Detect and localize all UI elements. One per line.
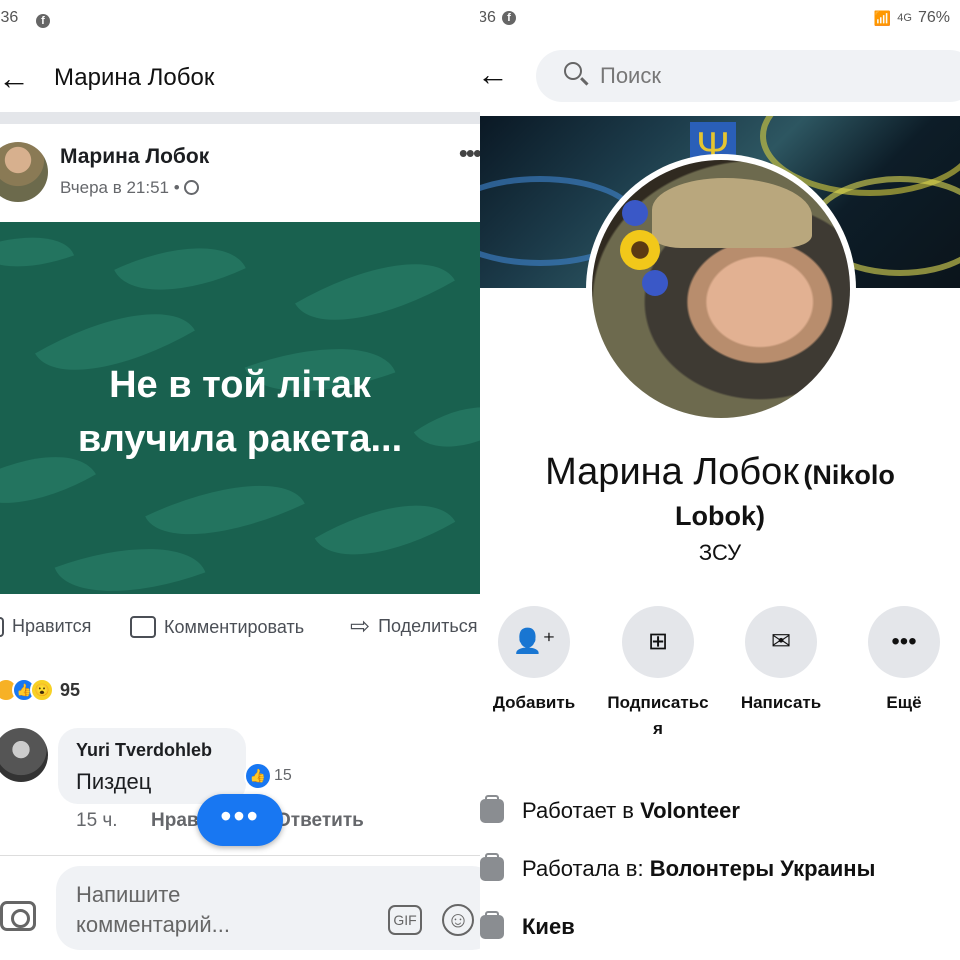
facebook-notification-icon: f xyxy=(501,11,516,25)
comment-bubble: Yuri Tverdohleb Пиздец xyxy=(58,728,246,804)
thumbs-up-icon xyxy=(0,616,4,637)
messenger-icon: ✉ xyxy=(745,606,817,678)
info-location: Киев xyxy=(480,911,575,940)
briefcase-icon xyxy=(480,795,504,823)
facebook-notification-icon: f xyxy=(36,9,50,28)
post-time: Вчера в 21:51 • xyxy=(60,178,200,198)
comment-reply-link[interactable]: Ответить xyxy=(276,810,364,832)
wow-reaction-icon: 😮 xyxy=(30,678,54,702)
like-button[interactable]: Нравится xyxy=(0,616,91,637)
comment-button[interactable]: Комментировать xyxy=(130,616,304,638)
commenter-avatar[interactable] xyxy=(0,728,48,782)
comment-like-badge[interactable]: 👍 15 xyxy=(244,762,298,790)
header-title: Марина Лобок xyxy=(54,64,215,91)
divider xyxy=(0,855,480,856)
info-work: Работает в Volonteer xyxy=(480,795,740,824)
message-button[interactable]: ✉ Написать xyxy=(721,606,841,716)
comment-time: 15 ч. xyxy=(76,810,118,831)
comment-like-link[interactable]: Нрав xyxy=(151,810,199,832)
status-time: :36 xyxy=(0,9,19,26)
status-bar: :36 f xyxy=(0,0,480,36)
like-icon: 👍 xyxy=(246,764,270,788)
comment-placeholder: Напишите комментарий... xyxy=(76,882,230,937)
comment-input[interactable]: Напишите комментарий... GIF ☺ xyxy=(56,866,480,950)
share-button[interactable]: ⇨ Поделиться xyxy=(350,612,478,640)
share-icon: ⇨ xyxy=(350,612,371,640)
reaction-count: 95 xyxy=(60,679,81,700)
signal-label: 4G xyxy=(897,12,912,24)
card-text: Не в той літак влучила ракета... xyxy=(77,364,403,460)
wifi-icon: 📶 xyxy=(873,9,892,26)
post-text-card: Не в той літак влучила ракета... xyxy=(0,222,480,594)
profile-photo[interactable] xyxy=(586,154,856,424)
more-options-icon[interactable]: ••• xyxy=(459,138,480,169)
back-arrow-icon[interactable]: ← xyxy=(0,62,30,94)
comment-icon xyxy=(130,616,156,638)
comment-text: Пиздец xyxy=(76,769,152,794)
right-screenshot: 📶 4G 76% 36 f 📶 4G 76% Q← Поиск Ψ xyxy=(480,0,960,960)
search-icon xyxy=(564,62,582,80)
add-friend-icon: 👤⁺ xyxy=(498,606,570,678)
camera-icon[interactable] xyxy=(0,901,36,931)
emoji-icon[interactable]: ☺ xyxy=(442,904,474,936)
reactions-summary[interactable]: 👍 😮 95 xyxy=(0,678,80,702)
post-author[interactable]: Марина Лобок xyxy=(60,145,209,169)
battery-percent: 76% xyxy=(917,9,950,26)
info-past-work: Работала в: Волонтеры Украины xyxy=(480,853,875,882)
globe-icon xyxy=(184,180,200,195)
profile-subtitle: ЗСУ xyxy=(698,540,742,565)
search-back-icon[interactable]: Q← xyxy=(480,58,509,90)
follow-button[interactable]: ⊞ Подписатьс я xyxy=(598,606,718,742)
commenter-name[interactable]: Yuri Tverdohleb xyxy=(76,740,212,761)
post-actions: Нравится Комментировать ⇨ Поделиться xyxy=(0,610,480,650)
post-header-bar: ← Марина Лобок xyxy=(0,48,480,110)
divider xyxy=(0,112,480,124)
follow-icon: ⊞ xyxy=(622,606,694,678)
left-screenshot: :36 f ← Марина Лобок Марина Лобок Вчера … xyxy=(0,0,480,960)
search-input[interactable]: Поиск xyxy=(536,50,960,102)
more-button[interactable]: ••• Ещё xyxy=(844,606,960,716)
add-friend-button[interactable]: 👤⁺ Добавить xyxy=(480,606,594,716)
more-icon: ••• xyxy=(868,606,940,678)
briefcase-icon xyxy=(480,853,504,881)
profile-name: Марина Лобок (Nikolo Lobok) xyxy=(545,451,895,531)
search-placeholder: Поиск xyxy=(600,63,661,88)
author-avatar[interactable] xyxy=(0,142,48,202)
more-actions-button[interactable]: ••• xyxy=(197,794,283,846)
gif-button[interactable]: GIF xyxy=(388,905,422,935)
status-time: 36 xyxy=(480,9,496,26)
location-icon xyxy=(480,911,504,939)
status-bar: 📶 4G 76% 36 f 📶 4G 76% xyxy=(480,0,960,36)
